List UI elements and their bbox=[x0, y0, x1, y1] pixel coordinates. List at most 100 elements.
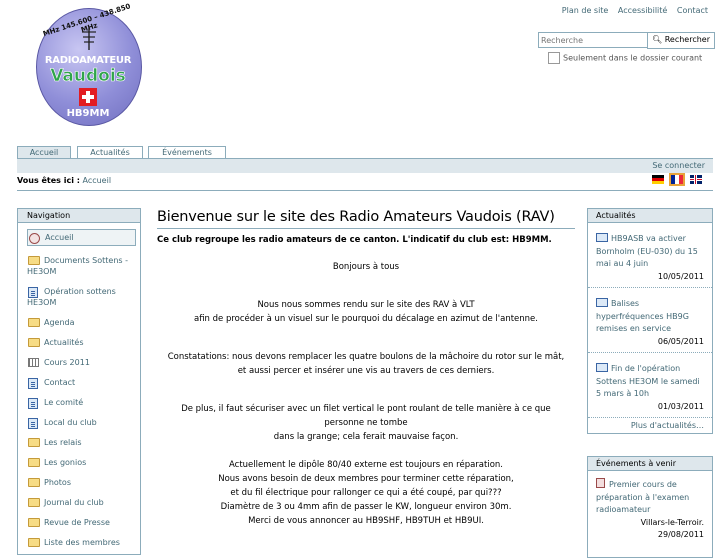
search-current-folder-option[interactable]: Seulement dans le dossier courant bbox=[548, 52, 702, 64]
folder-icon bbox=[28, 478, 40, 487]
nav-item-label: Les relais bbox=[44, 438, 82, 447]
body-text: Diamètre de 3 ou 4mm afin de passer le K… bbox=[220, 502, 512, 512]
event-item-date: 29/08/2011 bbox=[657, 530, 704, 539]
events-title: Événements à venir bbox=[588, 457, 712, 471]
nav-item-documents-sottens[interactable]: Documents Sottens - HE3OM bbox=[27, 255, 140, 277]
nav-item-relais[interactable]: Les relais bbox=[27, 437, 140, 448]
collection-icon bbox=[28, 358, 39, 367]
body-text: et aussi percer et insérer une vis au tr… bbox=[237, 366, 495, 376]
search-input[interactable] bbox=[538, 32, 650, 48]
news-icon bbox=[596, 363, 608, 372]
nav-item-label: Documents Sottens - HE3OM bbox=[27, 256, 128, 276]
news-item[interactable]: HB9ASB va activer Bornholm (EU-030) du 1… bbox=[588, 223, 712, 288]
french-flag-icon[interactable] bbox=[668, 173, 685, 186]
nav-item-label: Agenda bbox=[44, 318, 75, 327]
nav-item-photos[interactable]: Photos bbox=[27, 477, 140, 488]
logo-line1: RADIOAMATEUR bbox=[44, 55, 132, 66]
news-item-date: 06/05/2011 bbox=[657, 336, 704, 346]
search-button-label: Rechercher bbox=[664, 35, 711, 44]
breadcrumb-label: Vous êtes ici : bbox=[17, 176, 80, 185]
body-text: Constatations: nous devons remplacer les… bbox=[167, 352, 565, 362]
nav-item-label: Les gonios bbox=[44, 458, 87, 467]
current-folder-label: Seulement dans le dossier courant bbox=[563, 53, 703, 63]
header-divider bbox=[17, 190, 713, 191]
tab-evenements[interactable]: Événements bbox=[148, 146, 226, 158]
nav-item-cours-2011[interactable]: Cours 2011 bbox=[27, 357, 140, 368]
body-text: Merci de vous annoncer au HB9SHF, HB9TUH… bbox=[248, 516, 484, 526]
nav-item-comite[interactable]: Le comité bbox=[27, 397, 140, 409]
nav-item-label: Accueil bbox=[45, 233, 74, 242]
nav-item-actualites[interactable]: Actualités bbox=[27, 337, 140, 348]
nav-item-operation-sottens[interactable]: Opération sottens HE3OM bbox=[27, 286, 140, 308]
nav-item-label: Revue de Presse bbox=[44, 518, 110, 527]
news-title: Actualités bbox=[588, 209, 712, 223]
event-item-location: Villars-le-Terroir. bbox=[640, 517, 704, 527]
nav-item-local-club[interactable]: Local du club bbox=[27, 417, 140, 429]
nav-item-revue-presse[interactable]: Revue de Presse bbox=[27, 517, 140, 528]
breadcrumb-home[interactable]: Accueil bbox=[82, 176, 111, 185]
document-icon bbox=[28, 398, 38, 409]
sitemap-link[interactable]: Plan de site bbox=[562, 6, 609, 15]
folder-icon bbox=[28, 338, 40, 347]
greeting-text: Bonjours à tous bbox=[332, 262, 400, 272]
antenna-icon bbox=[82, 28, 96, 50]
document-icon bbox=[28, 418, 38, 429]
swiss-flag-icon bbox=[79, 88, 97, 106]
accessibility-link[interactable]: Accessibilité bbox=[618, 6, 667, 15]
tab-actualites[interactable]: Actualités bbox=[77, 146, 143, 158]
nav-item-label: Cours 2011 bbox=[44, 358, 90, 367]
body-text: Nous nous sommes rendu sur le site des R… bbox=[257, 300, 475, 310]
site-logo[interactable]: MHz 145.600 – 438.850 MHz RADIOAMATEUR V… bbox=[36, 2, 142, 128]
nav-item-label: Liste des membres bbox=[44, 538, 120, 547]
navigation-list: Accueil Documents Sottens - HE3OM Opérat… bbox=[18, 223, 140, 548]
title-underline bbox=[157, 228, 575, 229]
english-flag-icon[interactable] bbox=[689, 175, 702, 184]
search-icon: 🔍︎ bbox=[652, 35, 663, 44]
page-title: Bienvenue sur le site des Radio Amateurs… bbox=[157, 209, 555, 225]
body-text: dans la grange; cela ferait mauvaise faç… bbox=[273, 432, 459, 442]
nav-item-gonios[interactable]: Les gonios bbox=[27, 457, 140, 468]
folder-icon bbox=[28, 438, 40, 447]
news-item-title[interactable]: Balises hyperfréquences HB9G remises en … bbox=[596, 299, 689, 333]
current-folder-checkbox[interactable] bbox=[548, 52, 560, 64]
news-item[interactable]: Fin de l'opération Sottens HE3OM le same… bbox=[588, 353, 712, 418]
nav-item-label: Contact bbox=[44, 378, 76, 387]
body-text: et du fil électrique pour rallonger ce q… bbox=[230, 488, 502, 498]
event-item-title[interactable]: Premier cours de préparation à l'examen … bbox=[596, 480, 689, 514]
nav-item-liste-membres[interactable]: Liste des membres bbox=[27, 537, 140, 548]
folder-icon bbox=[28, 518, 40, 527]
search-button[interactable]: 🔍︎ Rechercher bbox=[647, 32, 716, 49]
login-link[interactable]: Se connecter bbox=[652, 161, 705, 170]
nav-item-label: Le comité bbox=[44, 398, 84, 407]
nav-item-contact[interactable]: Contact bbox=[27, 377, 140, 389]
news-icon bbox=[596, 298, 608, 307]
navigation-portlet: Navigation Accueil Documents Sottens - H… bbox=[17, 208, 141, 555]
news-item-title[interactable]: HB9ASB va activer Bornholm (EU-030) du 1… bbox=[596, 234, 698, 268]
nav-item-journal[interactable]: Journal du club bbox=[27, 497, 140, 508]
nav-item-agenda[interactable]: Agenda bbox=[27, 317, 140, 328]
navigation-title: Navigation bbox=[18, 209, 140, 223]
news-item-date: 10/05/2011 bbox=[657, 271, 704, 281]
body-text: De plus, il faut sécuriser avec un filet… bbox=[181, 404, 551, 414]
news-item-title[interactable]: Fin de l'opération Sottens HE3OM le same… bbox=[596, 364, 700, 398]
contact-link[interactable]: Contact bbox=[677, 6, 708, 15]
site-actions: Plan de site Accessibilité Contact bbox=[555, 6, 708, 15]
folder-icon bbox=[28, 458, 40, 467]
news-portlet: Actualités HB9ASB va activer Bornholm (E… bbox=[587, 208, 713, 434]
main-content: Bienvenue sur le site des Radio Amateurs… bbox=[157, 208, 575, 528]
nav-item-accueil[interactable]: Accueil bbox=[27, 229, 136, 246]
logo-line2: Vaudois bbox=[50, 66, 126, 87]
folder-icon bbox=[28, 256, 40, 265]
german-flag-icon[interactable] bbox=[652, 175, 664, 184]
page-description: Ce club regroupe les radio amateurs de c… bbox=[157, 235, 552, 245]
news-item[interactable]: Balises hyperfréquences HB9G remises en … bbox=[588, 288, 712, 353]
more-news-link[interactable]: Plus d'actualités… bbox=[588, 418, 712, 433]
home-icon bbox=[29, 233, 40, 244]
breadcrumb: Vous êtes ici : Accueil bbox=[17, 176, 111, 185]
search-box: 🔍︎ Rechercher bbox=[538, 32, 716, 49]
nav-item-label: Journal du club bbox=[44, 498, 104, 507]
event-item[interactable]: Premier cours de préparation à l'examen … bbox=[588, 471, 712, 542]
event-icon bbox=[596, 478, 605, 488]
folder-icon bbox=[28, 538, 40, 547]
body-text: personne ne tombe bbox=[324, 418, 408, 428]
